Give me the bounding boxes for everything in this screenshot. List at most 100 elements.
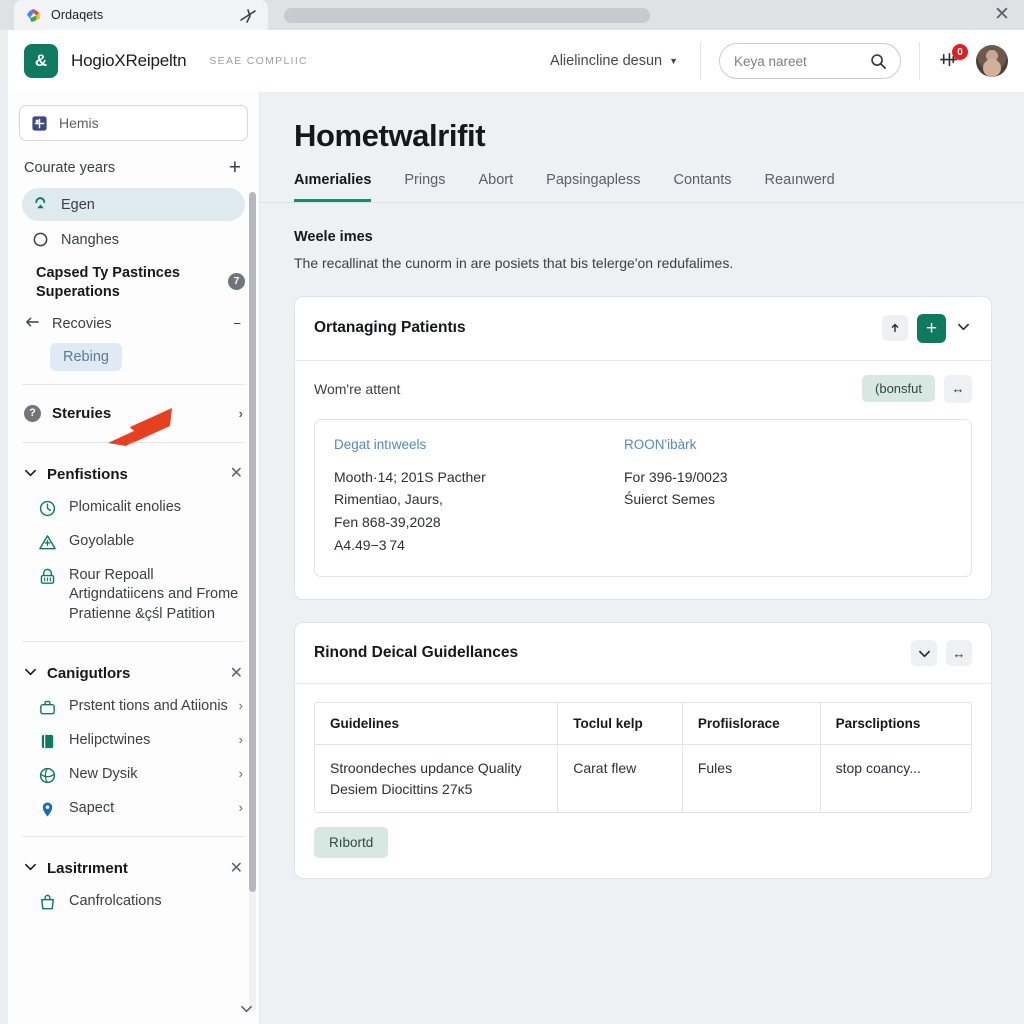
detail-line: For 396-19/0023 [624,468,728,485]
detail-column-head[interactable]: ROON'ibàrk [624,437,864,452]
sidebar-item-egen[interactable]: Egen [22,188,245,221]
header-divider [700,42,701,80]
chevron-down-icon: ▼ [669,56,678,66]
chevron-down-icon [24,860,37,877]
detail-line: Śuierct Semes [624,491,716,508]
sidebar-item-canfrolcations[interactable]: Canfrolcations [8,885,259,919]
browser-chrome: Ordaqets ✕ [0,0,1024,30]
detail-line: A4.49−3 74 [334,536,405,553]
card-subrow: Wom're attent (bonsfut ↔ [295,361,991,409]
sidebar-subgroup-recovies[interactable]: Recovies − [8,308,259,340]
sidebar-section-penfistions[interactable]: Penfistions ✕ [8,453,259,491]
header-right-group: Alielincline desun ▼ 0 [528,30,1024,92]
sidebar-group-count: 7 [228,273,245,290]
sidebar-item-helipctwines[interactable]: Helipctwines › [8,724,259,758]
tab-contants[interactable]: Contants [674,172,732,202]
page-body: Courate years + Egen Nanghe [8,92,1024,1024]
sidebar-item-label: Nanghes [61,231,120,248]
detail-column-head[interactable]: Degat intıweels [334,437,574,452]
chevron-down-icon[interactable] [955,320,972,336]
app-header: & HogioXReipeltn SEAE COMPLIIC Alielincl… [8,30,1024,92]
column-header-parscliptions[interactable]: Parscliptions [820,703,971,746]
avatar[interactable] [976,45,1008,77]
sidebar-item-label: Canfrolcations [69,893,162,910]
chevron-right-icon: › [238,405,243,421]
detail-line: Fen 868-39,2028 [334,513,441,530]
close-icon[interactable]: ✕ [992,5,1012,25]
collapse-button[interactable] [911,640,937,667]
close-icon[interactable]: ✕ [230,665,243,682]
table-row[interactable]: Stroondeches updance Quality Desiem Dioc… [315,744,971,812]
sidebar-group-title[interactable]: Capsed Ty Pastinces Superations 7 [8,258,259,308]
column-header-profiislorace[interactable]: Profiislorace [682,703,821,746]
close-icon[interactable]: ✕ [230,860,243,877]
sidebar-item-label: Steruies [52,404,112,422]
sidebar-item-nanghes[interactable]: Nanghes [22,223,245,256]
section-description: The recallinat the cunorm in are posiets… [294,255,734,271]
tab-amerialies[interactable]: Aımerialies [294,172,372,202]
brand[interactable]: & HogioXReipeltn SEAE COMPLIIC [8,44,308,78]
annotation-arrow-icon [108,408,172,446]
sidebar-search[interactable] [19,105,248,141]
column-header-guidelines[interactable]: Guidelines [315,703,559,746]
report-button[interactable]: Rıbortd [314,826,389,858]
add-button[interactable]: + [229,157,245,178]
cell-guidelines: Stroondeches updance Quality Desiem Dioc… [315,744,559,812]
expand-button[interactable]: ↔ [946,640,972,667]
sidebar-item-goyolable[interactable]: Goyolable [8,525,259,559]
sidebar-section-canigutlors[interactable]: Canigutlors ✕ [8,652,259,690]
app-root: Ordaqets ✕ & HogioXReipeltn SEAE COMPLII… [0,0,1024,1024]
column-header-toclul-kelp[interactable]: Toclul kelp [557,703,683,746]
search-icon[interactable] [870,53,887,75]
circle-icon [32,231,49,248]
tab-papsingapless[interactable]: Papsingapless [546,172,640,202]
chevron-down-icon [24,466,37,483]
org-selector-label: Alielincline desun [550,53,663,69]
chevron-down-icon [24,665,37,682]
collapse-icon[interactable]: − [231,316,243,331]
arrow-left-icon [24,315,41,333]
brand-name: HogioXReipeltn [71,51,187,70]
notifications-button[interactable]: 0 [934,44,968,75]
brand-subtitle: SEAE COMPLIIC [209,55,308,67]
bag-icon [38,893,57,912]
book-icon [38,732,57,751]
sidebar-item-new-dysik[interactable]: New Dysik › [8,758,259,792]
sidebar-section-lasitriment[interactable]: Lasitrıment ✕ [8,847,259,885]
tab-reanwerd[interactable]: Reaınwerd [765,172,835,202]
subrow-chip[interactable]: (bonsfut [862,375,935,403]
header-search[interactable] [719,43,901,79]
address-bar[interactable] [284,8,650,23]
browser-tab-title: Ordaqets [51,8,104,22]
detail-column-left: Degat intıweels Mooth·14; 201S Pacther R… [334,437,574,557]
sidebar-item-rour-repoall[interactable]: Rour Repoall Artigndatiicens and Frome P… [8,559,259,632]
sidebar-item-prstent-tions[interactable]: Prstent tions and Atiionis › [8,690,259,724]
tab-abort[interactable]: Abort [479,172,514,202]
main-content: Hometwalrifit Aımerialies Prings Abort P… [260,92,1024,1024]
table-footer: Rıbortd [295,813,991,878]
detail-line: Mooth·14; 201S Pacther [334,468,486,485]
tab-actions-icon[interactable] [238,8,258,24]
org-selector[interactable]: Alielincline desun ▼ [528,53,700,69]
tab-prings[interactable]: Prings [404,172,445,202]
sidebar-group-label: Capsed Ty Pastinces Superations [36,265,180,300]
browser-tab[interactable]: Ordaqets [14,0,268,30]
upload-button[interactable] [882,315,908,342]
search-input[interactable] [734,53,869,69]
globe-icon [38,766,57,785]
sidebar-item-sapect[interactable]: Sapect › [8,792,259,826]
sidebar-item-left: Sapect [38,799,114,819]
sidebar-item-plomicalit[interactable]: Plomicalit enolies [8,491,259,525]
sidebar-scrollbar-thumb[interactable] [249,192,256,892]
sidebar-leaf-rebing[interactable]: Rebing [50,342,122,371]
close-icon[interactable]: ✕ [230,466,243,482]
add-button[interactable]: + [917,313,946,343]
map-pin-icon [38,800,57,819]
subrow-label: Wom're attent [314,380,401,397]
sidebar-search-input[interactable] [59,115,236,131]
scroll-down-icon[interactable] [240,1002,253,1018]
expand-button[interactable]: ↔ [944,374,972,403]
sidebar-section-left: Penfistions [24,466,128,483]
sidebar-item-left: ? Steruies [24,404,112,422]
sidebar-item-label: Prstent tions and Atiionis [69,698,228,715]
